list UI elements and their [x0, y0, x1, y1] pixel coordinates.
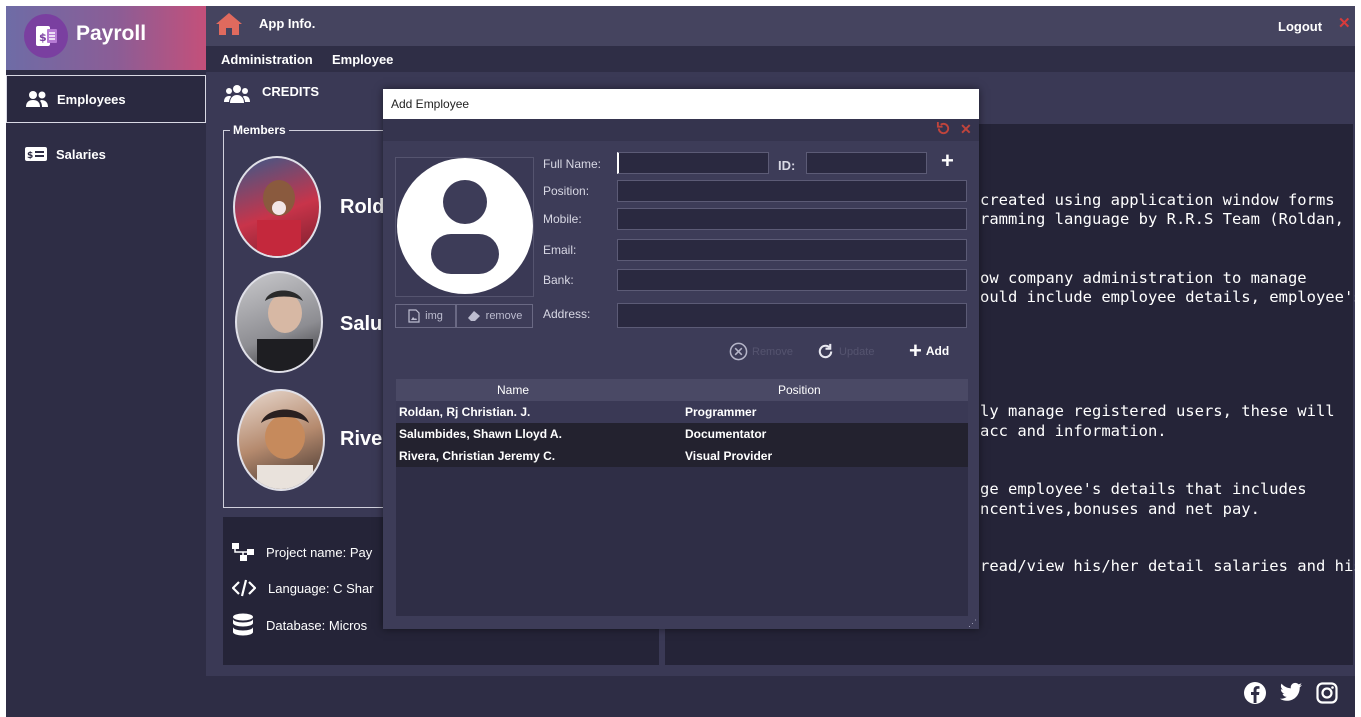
logout-button[interactable]: Logout [1278, 19, 1322, 34]
cell-position: Documentator [685, 427, 767, 441]
mobile-label: Mobile: [543, 212, 582, 226]
column-header-position[interactable]: Position [778, 383, 821, 397]
description-line: ramming language by R.R.S Team (Roldan, [980, 210, 1344, 228]
dialog-title: Add Employee [383, 89, 979, 119]
email-label: Email: [543, 243, 577, 257]
svg-text:$: $ [39, 31, 47, 44]
cell-name: Roldan, Rj Christian. J. [399, 405, 531, 419]
app-info-link[interactable]: App Info. [259, 16, 315, 31]
svg-text:$: $ [27, 151, 33, 161]
mobile-field[interactable] [617, 208, 967, 230]
remove-image-button[interactable]: remove [456, 304, 533, 328]
info-project: Project name: Pay [232, 543, 372, 561]
home-icon[interactable] [214, 11, 244, 42]
dialog-close-icon[interactable]: ✕ [960, 121, 972, 138]
menu-administration[interactable]: Administration [221, 52, 313, 67]
info-database: Database: Micros [232, 613, 367, 637]
add-button[interactable]: + Add [909, 338, 949, 363]
description-line: ow company administration to manage [980, 269, 1307, 287]
description-line: read/view his/her detail salaries and hi… [980, 557, 1361, 575]
project-icon [232, 543, 254, 561]
sidebar-item-label: Employees [57, 91, 126, 107]
cell-name: Rivera, Christian Jeremy C. [399, 449, 556, 463]
column-header-name[interactable]: Name [497, 383, 529, 397]
info-text: Language: C Shar [268, 580, 374, 596]
code-icon [232, 579, 256, 597]
info-text: Project name: Pay [266, 544, 373, 560]
close-icon[interactable]: ✕ [1338, 14, 1351, 32]
app-title: Payroll [76, 22, 147, 45]
onenote-logo-icon: $ [24, 14, 68, 58]
sidebar-item-label: Salaries [56, 146, 106, 162]
email-field[interactable] [617, 239, 967, 261]
cell-position: Visual Provider [685, 449, 773, 463]
top-bar [206, 6, 1355, 46]
member-photo [237, 389, 325, 491]
description-line: ge employee's details that includes [980, 480, 1307, 498]
member-photo [235, 271, 323, 373]
add-plus-icon: + [909, 338, 922, 363]
info-text: Database: Micros [266, 617, 368, 633]
info-language: Language: C Shar [232, 579, 374, 597]
credits-label: CREDITS [262, 84, 320, 99]
facebook-icon[interactable] [1244, 682, 1266, 704]
table-row[interactable]: Roldan, Rj Christian. J. Programmer [396, 401, 968, 423]
menu-employee[interactable]: Employee [332, 52, 393, 67]
description-line: ncentives,bonuses and net pay. [980, 500, 1260, 518]
update-button[interactable]: Update [816, 342, 874, 361]
id-field[interactable] [806, 152, 927, 174]
sidebar-item-employees[interactable]: Employees [6, 75, 206, 123]
upload-image-button[interactable]: img [395, 304, 456, 328]
team-icon [224, 84, 250, 109]
members-legend: Members [230, 123, 289, 137]
remove-circle-icon [729, 342, 748, 361]
address-field[interactable] [617, 303, 967, 328]
table-header [396, 379, 968, 401]
position-field[interactable] [617, 180, 967, 202]
reset-icon[interactable] [936, 121, 951, 141]
image-file-icon [408, 309, 420, 323]
plus-icon[interactable]: + [941, 150, 954, 172]
description-line: acc and information. [980, 422, 1167, 440]
full-name-label: Full Name: [543, 157, 602, 171]
sidebar-item-salaries[interactable]: $ Salaries [6, 130, 206, 178]
bank-field[interactable] [617, 269, 967, 291]
users-icon [26, 91, 48, 107]
full-name-field[interactable] [617, 152, 769, 174]
cell-name: Salumbides, Shawn Lloyd A. [399, 427, 562, 441]
description-line: ould include employee details, employee'… [980, 288, 1361, 306]
bank-label: Bank: [543, 273, 574, 287]
social-links [1244, 682, 1338, 704]
member-photo [233, 156, 321, 258]
database-icon [233, 613, 253, 636]
resize-grip-icon[interactable]: ⋰ [968, 618, 977, 629]
dialog-toolbar [383, 119, 979, 141]
table-row[interactable]: Salumbides, Shawn Lloyd A. Documentator [396, 423, 968, 445]
cell-position: Programmer [685, 405, 757, 419]
address-label: Address: [543, 307, 591, 321]
instagram-icon[interactable] [1316, 682, 1338, 704]
table-row[interactable]: Rivera, Christian Jeremy C. Visual Provi… [396, 445, 968, 467]
position-label: Position: [543, 184, 590, 198]
remove-button[interactable]: Remove [729, 342, 793, 361]
eraser-icon [467, 311, 480, 321]
description-line: created using application window forms [980, 191, 1335, 209]
refresh-icon [818, 343, 833, 359]
id-label: ID: [778, 158, 796, 173]
salary-icon: $ [25, 147, 47, 161]
avatar-placeholder-icon [397, 158, 533, 294]
description-line: ly manage registered users, these will [980, 402, 1335, 420]
twitter-icon[interactable] [1280, 682, 1302, 702]
